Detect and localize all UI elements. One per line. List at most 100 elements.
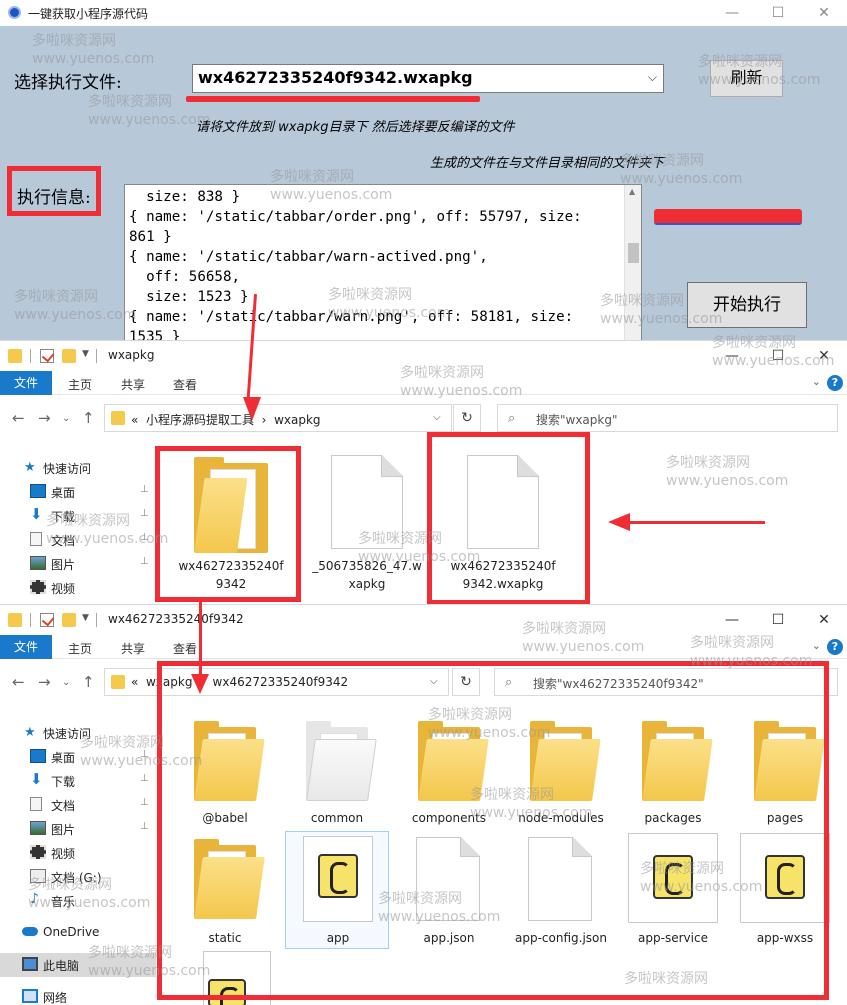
- folder-icon: [8, 349, 22, 363]
- sidebar-item-desktop[interactable]: 桌面 ⊥: [0, 480, 156, 504]
- divider: [96, 349, 97, 363]
- document-icon: [30, 532, 42, 546]
- desktop-icon: [30, 749, 46, 763]
- refresh-icon[interactable]: ↻: [453, 404, 481, 432]
- highlight-arrow: [620, 521, 765, 524]
- start-button[interactable]: 开始执行: [687, 282, 807, 328]
- ribbon-tab-view[interactable]: 查看: [173, 640, 197, 657]
- star-icon: ★: [24, 460, 36, 475]
- redacted-link[interactable]: [654, 209, 802, 225]
- sidebar-item-downloads[interactable]: ⬇ 下载 ⊥: [0, 504, 156, 528]
- file-select[interactable]: wx46272335240f9342.wxapkg ⌵: [192, 64, 664, 93]
- chevron-down-icon[interactable]: ▼: [82, 613, 89, 623]
- refresh-button[interactable]: 刷新: [710, 60, 783, 97]
- highlight-arrow: [199, 598, 202, 676]
- file-select-value: wx46272335240f9342.wxapkg: [198, 68, 473, 87]
- sidebar-item-pictures[interactable]: 图片 ⊥: [0, 817, 156, 841]
- back-arrow-icon[interactable]: ←: [12, 673, 25, 691]
- up-arrow-icon[interactable]: ↑: [82, 673, 95, 691]
- minimize-button[interactable]: —: [709, 607, 755, 633]
- search-input[interactable]: 搜索"wxapkg": [536, 411, 618, 428]
- sidebar-item-drive-g[interactable]: 文档 (G:): [0, 865, 156, 889]
- new-folder-icon[interactable]: [62, 613, 76, 627]
- help-icon[interactable]: ?: [827, 375, 843, 391]
- chevron-down-icon[interactable]: ⌄: [62, 413, 70, 424]
- sidebar-item-documents[interactable]: 文档 ⊥: [0, 528, 156, 552]
- breadcrumb-overflow[interactable]: «: [131, 413, 138, 427]
- sidebar-item-music[interactable]: ♪ 音乐: [0, 889, 156, 913]
- sidebar-item-quick-access[interactable]: ★ 快速访问: [0, 456, 156, 480]
- sidebar-item-onedrive[interactable]: OneDrive: [0, 921, 156, 945]
- ribbon-tab-file[interactable]: 文件: [0, 635, 52, 659]
- file-item-wxapkg[interactable]: _506735826_47.wxapkg: [312, 453, 422, 591]
- close-button[interactable]: ✕: [801, 0, 847, 26]
- folder-icon: [111, 675, 125, 689]
- pin-icon[interactable]: ⊥: [140, 484, 149, 495]
- sidebar-item-desktop[interactable]: 桌面 ⊥: [0, 745, 156, 769]
- tool-titlebar: 一键获取小程序源代码 — ☐ ✕: [0, 0, 847, 26]
- highlight-underline: [186, 96, 480, 102]
- sidebar-item-pictures[interactable]: 图片 ⊥: [0, 552, 156, 576]
- divider: [96, 613, 97, 627]
- ribbon-tab-file[interactable]: 文件: [0, 371, 52, 395]
- chevron-down-icon[interactable]: ▼: [82, 349, 89, 359]
- properties-icon[interactable]: [40, 349, 54, 363]
- back-arrow-icon[interactable]: ←: [12, 409, 25, 427]
- file-icon: [331, 455, 403, 549]
- ribbon-tab-view[interactable]: 查看: [173, 376, 197, 393]
- sidebar-item-videos[interactable]: 视频: [0, 841, 156, 865]
- tool-title: 一键获取小程序源代码: [28, 7, 149, 21]
- ribbon-tab-share[interactable]: 共享: [121, 376, 145, 393]
- sidebar-item-this-pc[interactable]: 此电脑: [0, 953, 156, 977]
- pin-icon[interactable]: ⊥: [140, 749, 149, 760]
- divider: [30, 349, 31, 363]
- breadcrumb-item[interactable]: wxapkg: [274, 413, 320, 427]
- breadcrumb-overflow[interactable]: «: [131, 675, 138, 689]
- pin-icon[interactable]: ⊥: [140, 821, 149, 832]
- ribbon-tab-home[interactable]: 主页: [68, 376, 92, 393]
- maximize-button[interactable]: ☐: [755, 0, 801, 26]
- chevron-down-icon[interactable]: ⌄: [62, 677, 70, 688]
- up-arrow-icon[interactable]: ↑: [82, 409, 95, 427]
- log-scrollbar[interactable]: ▲: [624, 185, 641, 345]
- properties-icon[interactable]: [40, 613, 54, 627]
- forward-arrow-icon[interactable]: →: [38, 673, 51, 691]
- maximize-button[interactable]: ☐: [755, 607, 801, 633]
- help-icon[interactable]: ?: [827, 639, 843, 655]
- pin-icon[interactable]: ⊥: [140, 556, 149, 567]
- log-scroll-thumb[interactable]: [628, 243, 639, 263]
- maximize-button[interactable]: ☐: [755, 343, 801, 369]
- pictures-icon: [30, 556, 46, 570]
- pin-icon[interactable]: ⊥: [140, 773, 149, 784]
- close-button[interactable]: ✕: [801, 607, 847, 633]
- sidebar-item-videos[interactable]: 视频: [0, 576, 156, 600]
- new-folder-icon[interactable]: [62, 349, 76, 363]
- pictures-icon: [30, 821, 46, 835]
- chevron-down-icon[interactable]: ⌵: [433, 412, 441, 423]
- folder-icon: [8, 613, 22, 627]
- breadcrumb-item[interactable]: 小程序源码提取工具: [146, 413, 254, 427]
- sidebar-item-downloads[interactable]: ⬇ 下载 ⊥: [0, 769, 156, 793]
- chevron-down-icon[interactable]: ⌄: [812, 375, 821, 388]
- tool-window: 一键获取小程序源代码 — ☐ ✕ 选择执行文件: wx46272335240f9…: [0, 0, 847, 345]
- music-icon: ♪: [30, 891, 39, 907]
- search-box[interactable]: ⌕ 搜索"wxapkg": [497, 404, 838, 432]
- log-text: size: 838 } { name: '/static/tabbar/orde…: [129, 189, 582, 345]
- ribbon-tab-share[interactable]: 共享: [121, 640, 145, 657]
- sidebar-item-quick-access[interactable]: ★ 快速访问: [0, 721, 156, 745]
- chevron-down-icon[interactable]: ⌄: [812, 639, 821, 652]
- sidebar-item-network[interactable]: 网络: [0, 985, 156, 1005]
- minimize-button[interactable]: —: [709, 0, 755, 26]
- highlight-box-wxapkg: [427, 432, 590, 605]
- ribbon-tab-home[interactable]: 主页: [68, 640, 92, 657]
- pin-icon[interactable]: ⊥: [140, 508, 149, 519]
- sidebar-item-documents[interactable]: 文档 ⊥: [0, 793, 156, 817]
- minimize-button[interactable]: —: [709, 343, 755, 369]
- address-bar[interactable]: « 小程序源码提取工具 › wxapkg ⌵: [104, 404, 452, 432]
- close-button[interactable]: ✕: [801, 343, 847, 369]
- pin-icon[interactable]: ⊥: [140, 797, 149, 808]
- explorer-window-wxapkg: ▼ wxapkg — ☐ ✕ 文件 主页 共享 查看 ⌄ ? ← → ⌄ ↑ «…: [0, 340, 847, 605]
- log-textarea[interactable]: size: 838 } { name: '/static/tabbar/orde…: [124, 184, 642, 345]
- forward-arrow-icon[interactable]: →: [38, 409, 51, 427]
- pin-icon[interactable]: ⊥: [140, 532, 149, 543]
